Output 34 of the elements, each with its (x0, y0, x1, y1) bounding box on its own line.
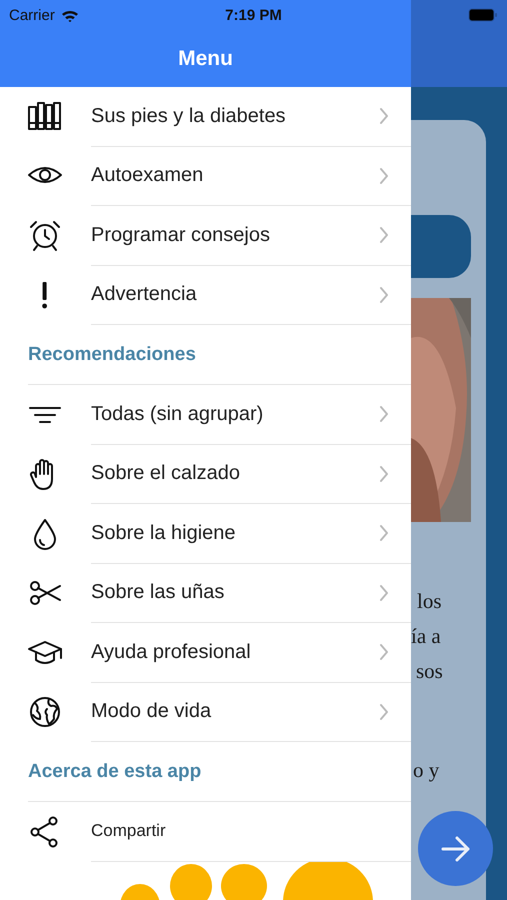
section-title: Recomendaciones (28, 344, 196, 366)
text-fragment: los (417, 588, 442, 615)
menu-item[interactable]: Autoexamen (0, 146, 411, 206)
chevron-icon (379, 107, 389, 126)
chevron-icon (379, 226, 389, 244)
menu-item[interactable]: Programar consejos (0, 206, 411, 266)
chevron-icon (379, 702, 389, 721)
wifi-icon (60, 8, 79, 22)
arrow-right-icon (440, 836, 470, 862)
menu-item[interactable]: Sobre el calzado (0, 444, 411, 504)
menu-title: Menu (178, 47, 233, 71)
chevron-icon (379, 166, 389, 185)
chevron-icon (379, 464, 389, 483)
chevron-icon (379, 643, 389, 662)
text-fragment: sos (416, 658, 443, 685)
text-fragment: o y (413, 757, 440, 784)
text-fragment: ía a (411, 623, 441, 650)
menu-item[interactable]: Ayuda profesional (0, 623, 411, 682)
menu-item[interactable]: Sobre la higiene (0, 504, 411, 564)
battery-icon (468, 8, 498, 22)
section-title: Acerca de esta app (28, 760, 202, 782)
alarm-clock-icon (27, 218, 63, 253)
globe-icon (27, 695, 63, 730)
menu-item[interactable]: Modo de vida (0, 682, 411, 742)
chevron-icon (379, 405, 389, 424)
header-button[interactable] (411, 215, 471, 278)
menu-item[interactable]: Sus pies y la diabetes (0, 87, 411, 146)
chevron-icon (379, 286, 389, 304)
status-time: 7:19 PM (225, 6, 282, 24)
menu-item[interactable]: Sobre las uñas (0, 564, 411, 623)
chevron-icon (379, 524, 389, 542)
chevron-icon (379, 584, 389, 602)
carrier-name: Carrier (9, 6, 55, 24)
exclamation-icon (42, 282, 47, 309)
